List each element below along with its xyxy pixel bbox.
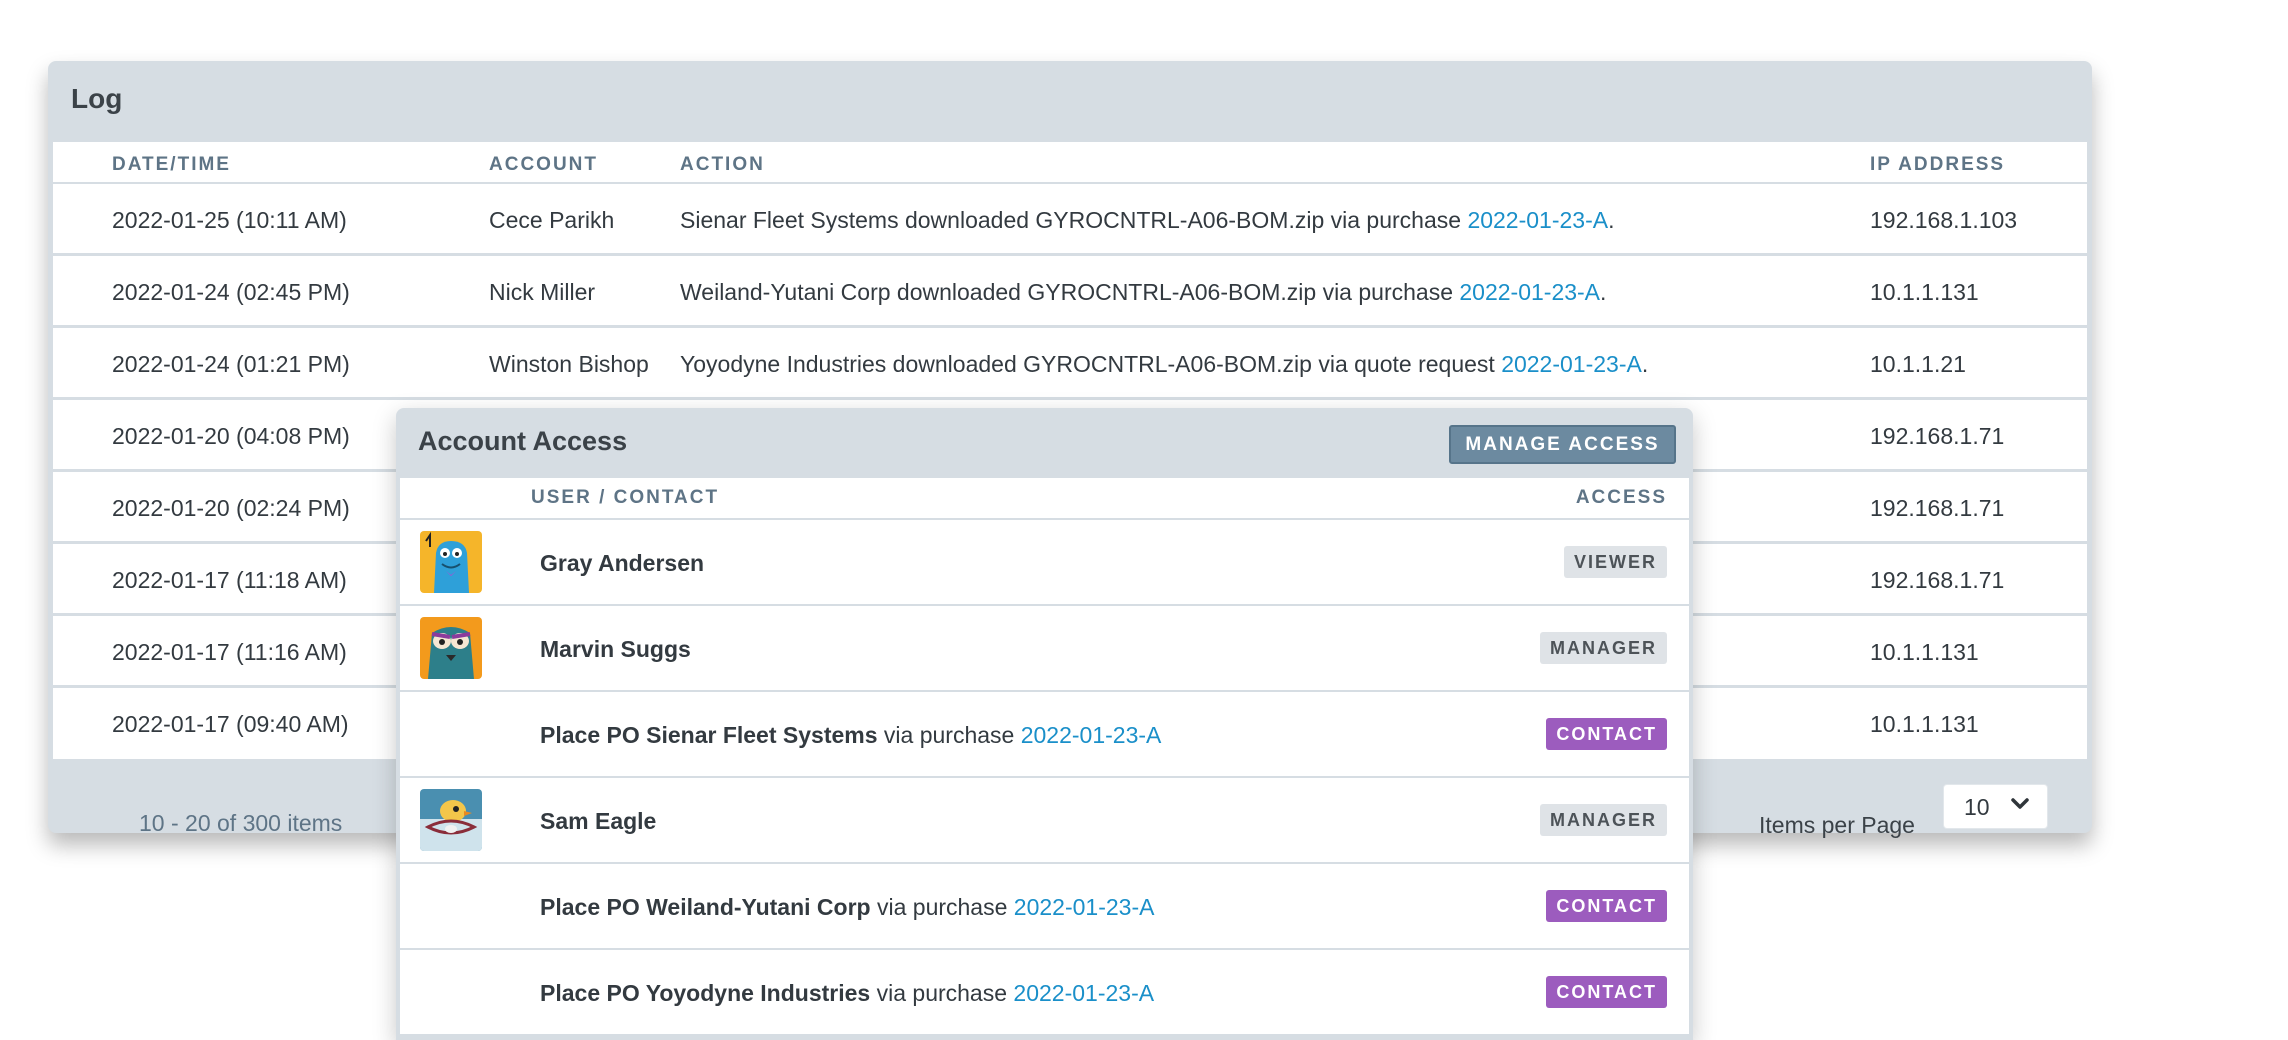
log-ip: 10.1.1.131 [1870,639,1979,665]
log-date: 2022-01-20 (04:08 PM) [112,423,350,449]
log-account: Nick Miller [489,279,596,305]
access-badge-viewer: VIEWER [1563,546,1667,578]
log-ip: 192.168.1.71 [1870,567,2005,593]
user-name: Gray Andersen [540,550,704,577]
contact-name-bold: Place PO Yoyodyne Industries [540,980,871,1006]
log-date: 2022-01-25 (10:11 AM) [112,207,347,233]
table-row: 2022-01-25 (10:11 AM) Cece Parikh Sienar… [53,184,2087,255]
purchase-link[interactable]: 2022-01-23-A [1467,207,1608,233]
access-row[interactable]: Marvin Suggs MANAGER [400,606,1689,692]
access-badge-contact: CONTACT [1546,976,1667,1008]
column-header-user: USER / CONTACT [531,487,720,508]
owl-monster-avatar [420,617,482,679]
column-header-action[interactable]: ACTION [680,154,765,176]
access-row[interactable]: Place PO Yoyodyne Industries via purchas… [400,950,1689,1036]
access-badge-contact: CONTACT [1546,890,1667,922]
contact-name: Place PO Sienar Fleet Systems via purcha… [540,722,1161,749]
items-per-page-label: Items per Page [1759,812,1915,838]
items-count: 10 - 20 of 300 items [139,810,343,836]
log-account: Winston Bishop [489,351,649,377]
log-action-end: . [1608,207,1615,233]
contact-via-text: via purchase [877,722,1021,748]
user-name: Sam Eagle [540,808,656,835]
user-name-bold: Marvin Suggs [540,636,691,662]
chevron-down-icon [2011,797,2029,816]
log-ip: 192.168.1.71 [1870,423,2005,449]
log-account: Cece Parikh [489,207,615,233]
column-header-date[interactable]: DATE/TIME [112,154,231,176]
purchase-link[interactable]: 2022-01-23-A [1013,980,1154,1006]
access-badge-manager: MANAGER [1540,632,1667,664]
table-row: 2022-01-24 (01:21 PM) Winston Bishop Yoy… [53,328,2087,399]
access-row[interactable]: Sam Eagle MANAGER [400,778,1689,864]
purchase-link[interactable]: 2022-01-23-A [1014,894,1155,920]
contact-name-bold: Place PO Weiland-Yutani Corp [540,894,871,920]
column-header-account[interactable]: ACCOUNT [489,154,598,176]
quote-request-link[interactable]: 2022-01-23-A [1501,351,1642,377]
contact-name: Place PO Weiland-Yutani Corp via purchas… [540,894,1154,921]
log-ip: 10.1.1.131 [1870,279,1979,305]
manage-access-button[interactable]: MANAGE ACCESS [1449,425,1676,464]
log-action-end: . [1641,351,1649,377]
table-row: 2022-01-24 (02:45 PM) Nick Miller Weilan… [53,256,2087,327]
purchase-link[interactable]: 2022-01-23-A [1021,722,1162,748]
log-ip: 10.1.1.21 [1870,351,1966,377]
log-action: Yoyodyne Industries downloaded GYROCNTRL… [680,351,1648,378]
log-action: Weiland-Yutani Corp downloaded GYROCNTRL… [680,279,1606,306]
contact-via-text: via purchase [870,894,1014,920]
log-date: 2022-01-17 (09:40 AM) [112,711,349,737]
bird-avatar [420,789,482,851]
log-action-end: . [1600,279,1607,305]
log-ip: 192.168.1.71 [1870,495,2005,521]
log-table-header: DATE/TIME ACCOUNT ACTION IP ADDRESS [53,142,2087,184]
log-action-text: Yoyodyne Industries downloaded GYROCNTRL… [680,351,1502,377]
user-name-bold: Sam Eagle [540,808,657,834]
log-ip: 10.1.1.131 [1870,711,1979,737]
access-badge-contact: CONTACT [1546,718,1667,750]
access-badge-manager: MANAGER [1540,804,1667,836]
access-row[interactable]: Place PO Weiland-Yutani Corp via purchas… [400,864,1689,950]
contact-name-bold: Place PO Sienar Fleet Systems [540,722,878,748]
purchase-link[interactable]: 2022-01-23-A [1459,279,1600,305]
contact-name: Place PO Yoyodyne Industries via purchas… [540,980,1154,1007]
blue-monster-avatar [420,531,482,593]
column-header-access: ACCESS [1575,487,1667,508]
access-table: USER / CONTACT ACCESS Gray Andersen VIEW… [400,478,1689,1040]
log-date: 2022-01-20 (02:24 PM) [112,495,350,521]
user-name-bold: Gray Andersen [540,550,705,576]
user-name: Marvin Suggs [540,636,691,663]
log-title: Log [71,83,123,114]
access-table-header: USER / CONTACT ACCESS [400,478,1689,520]
log-action-text: Sienar Fleet Systems downloaded GYROCNTR… [680,207,1468,233]
log-action: Sienar Fleet Systems downloaded GYROCNTR… [680,207,1614,234]
log-date: 2022-01-17 (11:18 AM) [112,567,347,593]
items-per-page-select[interactable]: 10 [1943,784,2048,829]
access-row[interactable]: Place PO Sienar Fleet Systems via purcha… [400,692,1689,778]
log-date: 2022-01-17 (11:16 AM) [112,639,347,665]
access-row[interactable]: Gray Andersen VIEWER [400,520,1689,606]
log-ip: 192.168.1.103 [1870,207,2018,233]
log-action-text: Weiland-Yutani Corp downloaded GYROCNTRL… [680,279,1460,305]
log-date: 2022-01-24 (01:21 PM) [112,351,350,377]
log-date: 2022-01-24 (02:45 PM) [112,279,350,305]
contact-via-text: via purchase [870,980,1014,1006]
items-per-page-value: 10 [1964,794,1990,820]
column-header-ip[interactable]: IP ADDRESS [1870,154,2005,176]
account-access-panel: Account Access MANAGE ACCESS USER / CONT… [396,408,1693,1040]
account-access-title: Account Access [418,426,628,456]
